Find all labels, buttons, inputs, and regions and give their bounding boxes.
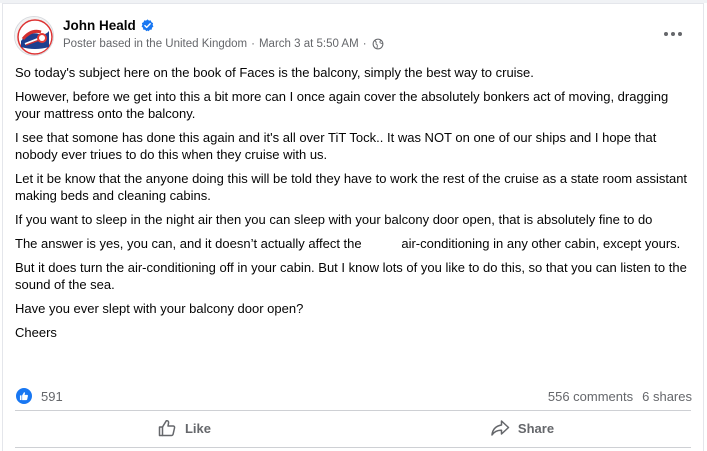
dot-icon	[678, 32, 682, 36]
post-paragraph: The answer is yes, you can, and it doesn…	[15, 236, 681, 251]
author-name[interactable]: John Heald	[63, 18, 136, 33]
verified-badge-icon	[141, 18, 154, 31]
post-actions: Like Share	[15, 414, 691, 442]
share-button[interactable]: Share	[353, 414, 691, 442]
avatar[interactable]	[14, 16, 54, 56]
thumbs-up-icon	[19, 392, 28, 401]
like-button[interactable]: Like	[15, 414, 353, 442]
reactions-bar: 591 556 comments 6 shares	[15, 386, 692, 406]
dot-icon	[671, 32, 675, 36]
more-options-button[interactable]	[661, 24, 685, 44]
post-timestamp[interactable]: March 3 at 5:50 AM	[259, 38, 359, 50]
post-paragraph: So today's subject here on the book of F…	[15, 65, 534, 80]
post-paragraph: Let it be know that the anyone doing thi…	[15, 171, 688, 203]
globe-icon[interactable]	[372, 38, 384, 50]
share-arrow-icon	[491, 420, 510, 436]
divider	[15, 410, 691, 411]
like-label: Like	[184, 420, 211, 436]
post-paragraph: But it does turn the air-conditioning of…	[15, 260, 687, 292]
post-paragraph: However, before we get into this a bit m…	[15, 89, 669, 121]
engagement-stats: 556 comments 6 shares	[548, 389, 692, 404]
post-body: So today's subject here on the book of F…	[15, 64, 691, 348]
shares-count[interactable]: 6 shares	[642, 389, 692, 404]
post-meta: Poster based in the United Kingdom · Mar…	[63, 36, 384, 52]
like-reaction-icon[interactable]	[15, 387, 33, 405]
comments-count[interactable]: 556 comments	[548, 389, 633, 404]
avatar-image	[15, 17, 53, 55]
post-paragraph: Cheers	[15, 325, 57, 340]
separator: ·	[362, 38, 367, 50]
post-paragraph: If you want to sleep in the night air th…	[15, 212, 653, 227]
thumbs-up-outline-icon	[158, 419, 176, 437]
author-role: Poster based in the United Kingdom	[63, 38, 248, 50]
post-paragraph: I see that somone has done this again an…	[15, 130, 657, 162]
share-label: Share	[517, 420, 555, 436]
post-header: John Heald Poster based in the United Ki…	[14, 16, 694, 58]
dot-icon	[664, 32, 668, 36]
divider	[15, 447, 691, 448]
post-paragraph: Have you ever slept with your balcony do…	[15, 301, 304, 316]
reaction-count[interactable]: 591	[41, 389, 63, 404]
separator: ·	[251, 38, 255, 50]
author-line: John Heald	[63, 16, 154, 34]
